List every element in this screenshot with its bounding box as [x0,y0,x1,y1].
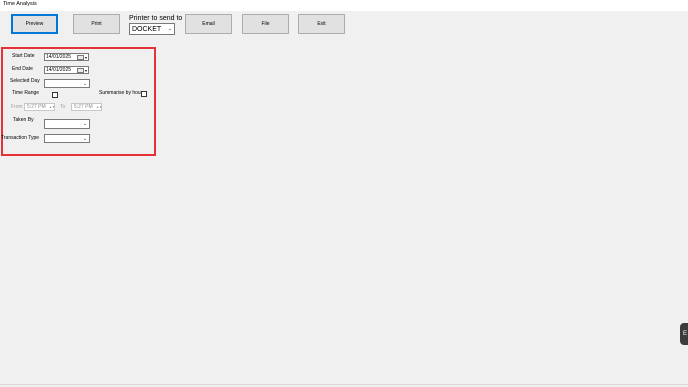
end-date-picker[interactable]: 14/01/2025 ▾ [44,66,89,74]
from-time-value: 5:27 PM [27,104,46,110]
chevron-down-icon[interactable]: ▾ [85,55,87,60]
spinner-icon[interactable]: ▲▼ [96,105,102,109]
time-range-label: Time Range [12,90,40,96]
end-date-value: 14/01/2025 [46,67,72,73]
time-range-checkbox[interactable] [52,92,58,98]
printer-label: Printer to send to [129,15,183,22]
bottom-divider [0,384,688,385]
spinner-icon[interactable]: ▲▼ [49,105,55,109]
from-time-picker[interactable]: 5:27 PM ▲▼ [24,103,55,111]
end-date-label: End Date [12,66,33,72]
side-panel-tab[interactable]: E [680,323,688,345]
printer-select[interactable]: DOCKET ⌄ [129,23,175,35]
chevron-down-icon: ⌄ [167,26,173,32]
printer-select-value: DOCKET [132,25,162,33]
side-tab-label: E [682,331,687,337]
selected-day-label: Selected Day [10,78,40,84]
summarise-by-hour-checkbox[interactable] [141,91,147,97]
chevron-down-icon: ⌄ [82,80,88,87]
file-button[interactable]: File [242,14,289,34]
email-button[interactable]: Email [185,14,232,34]
to-label: To [60,104,66,110]
calendar-icon[interactable] [76,67,84,73]
taken-by-select[interactable]: ⌄ [44,119,90,129]
chevron-down-icon: ⌄ [82,121,88,127]
from-label: From [11,104,23,110]
start-date-value: 14/01/2025 [46,54,72,60]
exit-button[interactable]: Exit [298,14,345,34]
chevron-down-icon: ⌄ [82,135,88,142]
selected-day-select[interactable]: ⌄ [44,79,90,88]
summarise-by-hour-label: Summarise by hour [99,90,143,96]
to-time-picker[interactable]: 5:27 PM ▲▼ [71,103,102,111]
transaction-type-label: Transaction Type [1,135,40,141]
taken-by-label: Taken By [13,117,34,123]
preview-button[interactable]: Preview [11,14,58,34]
start-date-picker[interactable]: 14/01/2025 ▾ [44,53,89,61]
start-date-label: Start Date [12,53,35,59]
to-time-value: 5:27 PM [74,104,93,110]
title-bar: Time Analysis [0,0,688,11]
calendar-icon[interactable] [76,54,84,60]
print-button[interactable]: Print [73,14,120,34]
chevron-down-icon[interactable]: ▾ [85,68,87,73]
transaction-type-select[interactable]: ⌄ [44,134,90,143]
window-title: Time Analysis [3,1,37,7]
